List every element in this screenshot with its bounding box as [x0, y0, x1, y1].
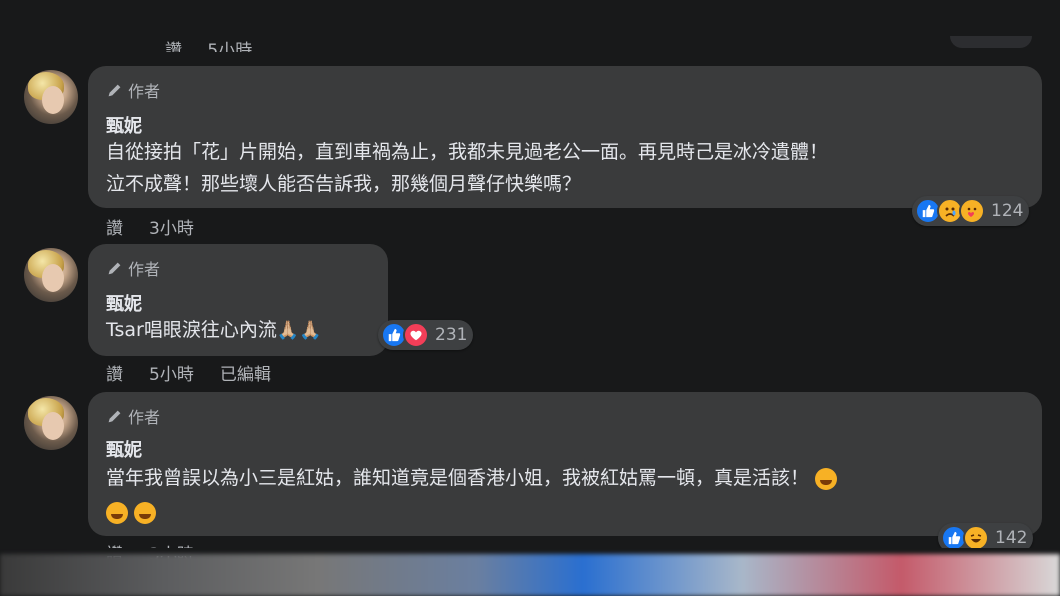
- author-badge: 作者: [106, 404, 160, 428]
- reaction-count: 231: [435, 325, 468, 345]
- avatar[interactable]: [24, 70, 78, 124]
- reaction-count: 142: [995, 528, 1028, 548]
- previous-comment-actions: 讚 5小時: [165, 36, 272, 52]
- author-badge-label: 作者: [128, 408, 161, 427]
- pen-icon: [108, 84, 121, 97]
- love-icon: [403, 322, 429, 348]
- edited-label: 已編輯: [219, 365, 271, 385]
- care-icon: [959, 198, 985, 224]
- author-badge: 作者: [106, 256, 160, 280]
- like-link[interactable]: 讚: [106, 214, 123, 239]
- avatar[interactable]: [24, 248, 78, 302]
- comment-line-2: [106, 496, 157, 528]
- comment-bubble: 作者 甄妮 Tsar唱眼淚往心內流🙏🏼🙏🏼: [88, 244, 388, 356]
- comment-line-1: 當年我曾誤以為小三是紅姑，誰知道竟是個香港小姐，我被紅姑罵一頓，真是活該！: [106, 462, 838, 494]
- avatar[interactable]: [24, 396, 78, 450]
- comment-actions: 讚 3小時: [106, 214, 194, 239]
- comment-line-1: 自從接拍「花」片開始，直到車禍為止，我都未見過老公一面。再見時己是冰冷遺體！: [106, 141, 829, 163]
- author-badge-label: 作者: [128, 82, 161, 101]
- comment-line-2: 泣不成聲！那些壞人能否告訴我，那幾個月聲仔快樂嗎？: [106, 173, 582, 195]
- rofl-emoji: [106, 501, 128, 524]
- comment-bubble: 作者 甄妮 當年我曾誤以為小三是紅姑，誰知道竟是個香港小姐，我被紅姑罵一頓，真是…: [88, 392, 1042, 536]
- timestamp[interactable]: 3小時: [149, 214, 194, 239]
- pen-icon: [108, 262, 121, 275]
- previous-reactions[interactable]: [950, 36, 1032, 48]
- reaction-count: 124: [991, 201, 1024, 221]
- timestamp[interactable]: 5小時: [207, 41, 252, 52]
- commenter-name[interactable]: 甄妮: [106, 436, 142, 462]
- author-badge: 作者: [106, 78, 160, 102]
- like-link[interactable]: 讚: [106, 360, 123, 385]
- commenter-name[interactable]: 甄妮: [106, 112, 142, 138]
- blurred-bottom-banner: [0, 554, 1060, 596]
- author-badge-label: 作者: [128, 260, 161, 279]
- like-link[interactable]: 讚: [165, 41, 182, 52]
- reaction-summary[interactable]: 124: [912, 196, 1030, 226]
- commenter-name[interactable]: 甄妮: [106, 290, 142, 316]
- rofl-emoji: [134, 501, 157, 524]
- comment-actions: 讚 5小時 已編輯: [106, 360, 271, 385]
- reaction-summary[interactable]: 231: [378, 320, 474, 350]
- timestamp[interactable]: 5小時: [149, 360, 194, 385]
- rofl-emoji: [815, 467, 838, 490]
- comment-line-1: Tsar唱眼淚往心內流🙏🏼🙏🏼: [106, 314, 322, 347]
- comment-bubble: 作者 甄妮 自從接拍「花」片開始，直到車禍為止，我都未見過老公一面。再見時己是冰…: [88, 66, 1042, 208]
- pen-icon: [108, 410, 121, 423]
- pray-emoji: 🙏🏼🙏🏼: [276, 319, 322, 341]
